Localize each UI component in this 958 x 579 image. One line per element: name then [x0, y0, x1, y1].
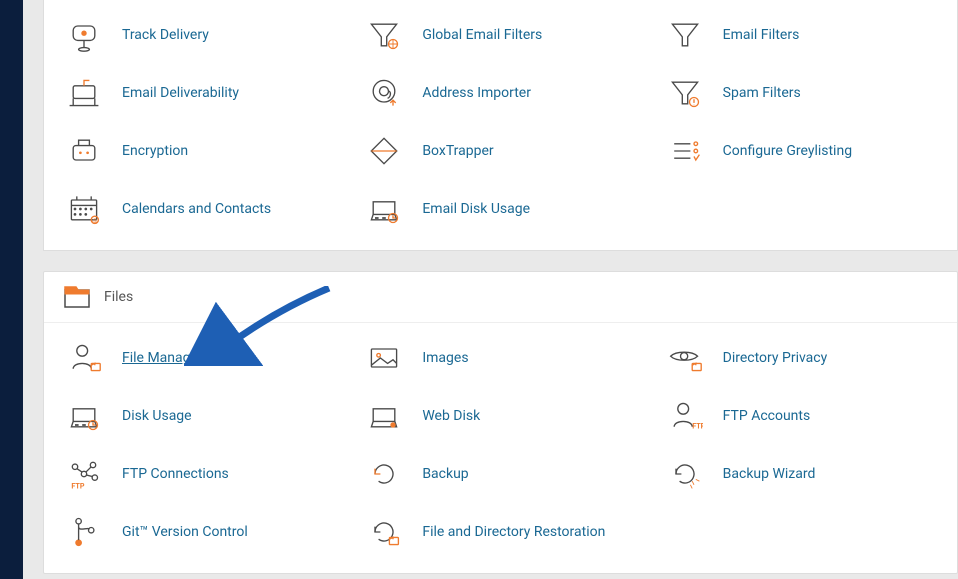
- item-backup[interactable]: Backup: [350, 445, 650, 503]
- item-label: Git™ Version Control: [122, 523, 248, 541]
- item-label: Backup Wizard: [723, 465, 816, 483]
- item-email-deliverability[interactable]: Email Deliverability: [50, 64, 350, 122]
- backup-wizard-icon: [665, 454, 705, 494]
- item-file-directory-restoration[interactable]: File and Directory Restoration: [350, 503, 650, 561]
- boxtrapper-icon: [364, 131, 404, 171]
- email-section: Track Delivery Global Email Filters: [43, 0, 958, 251]
- email-disk-usage-icon: [364, 189, 404, 229]
- item-images[interactable]: Images: [350, 329, 650, 387]
- item-label: Web Disk: [422, 407, 480, 425]
- item-backup-wizard[interactable]: Backup Wizard: [651, 445, 951, 503]
- spam-filters-icon: [665, 73, 705, 113]
- restoration-icon: [364, 512, 404, 552]
- ftp-connections-icon: FTP: [64, 454, 104, 494]
- item-global-email-filters[interactable]: Global Email Filters: [350, 6, 650, 64]
- item-directory-privacy[interactable]: Directory Privacy: [651, 329, 951, 387]
- calendars-contacts-icon: @: [64, 189, 104, 229]
- ftp-accounts-icon: FTP: [665, 396, 705, 436]
- item-label: Backup: [422, 465, 468, 483]
- item-label: FTP Accounts: [723, 407, 811, 425]
- item-configure-greylisting[interactable]: Configure Greylisting: [651, 122, 951, 180]
- item-encryption[interactable]: Encryption: [50, 122, 350, 180]
- encryption-icon: [64, 131, 104, 171]
- item-disk-usage[interactable]: Disk Usage: [50, 387, 350, 445]
- item-email-disk-usage[interactable]: Email Disk Usage: [350, 180, 650, 238]
- item-track-delivery[interactable]: Track Delivery: [50, 6, 350, 64]
- address-importer-icon: [364, 73, 404, 113]
- backup-icon: [364, 454, 404, 494]
- item-label: Spam Filters: [723, 84, 801, 102]
- files-section-body: File Manager Images: [44, 323, 957, 573]
- files-section-header: Files: [44, 272, 957, 323]
- item-label: Email Deliverability: [122, 84, 239, 102]
- item-ftp-connections[interactable]: FTP FTP Connections: [50, 445, 350, 503]
- item-email-filters[interactable]: Email Filters: [651, 6, 951, 64]
- item-label: Global Email Filters: [422, 26, 542, 44]
- item-ftp-accounts[interactable]: FTP FTP Accounts: [651, 387, 951, 445]
- item-label: Encryption: [122, 142, 188, 160]
- images-icon: [364, 338, 404, 378]
- item-web-disk[interactable]: Web Disk: [350, 387, 650, 445]
- email-deliverability-icon: [64, 73, 104, 113]
- configure-greylisting-icon: [665, 131, 705, 171]
- item-label: File Manager: [122, 349, 203, 367]
- item-label: Track Delivery: [122, 26, 209, 44]
- disk-usage-icon: [64, 396, 104, 436]
- item-label: Calendars and Contacts: [122, 200, 271, 218]
- files-section-title: Files: [104, 289, 133, 305]
- item-label: Address Importer: [422, 84, 531, 102]
- item-label: BoxTrapper: [422, 142, 493, 160]
- item-label: Email Filters: [723, 26, 800, 44]
- item-spam-filters[interactable]: Spam Filters: [651, 64, 951, 122]
- item-boxtrapper[interactable]: BoxTrapper: [350, 122, 650, 180]
- email-filters-icon: [665, 15, 705, 55]
- files-header-icon: [64, 286, 90, 308]
- item-label: Configure Greylisting: [723, 142, 852, 160]
- email-section-body: Track Delivery Global Email Filters: [44, 0, 957, 250]
- item-label: Disk Usage: [122, 407, 192, 425]
- item-file-manager[interactable]: File Manager: [50, 329, 350, 387]
- item-calendars-contacts[interactable]: @ Calendars and Contacts: [50, 180, 350, 238]
- directory-privacy-icon: [665, 338, 705, 378]
- item-label: FTP Connections: [122, 465, 229, 483]
- item-label: Images: [422, 349, 468, 367]
- track-delivery-icon: [64, 15, 104, 55]
- file-manager-icon: [64, 338, 104, 378]
- global-email-filters-icon: [364, 15, 404, 55]
- item-address-importer[interactable]: Address Importer: [350, 64, 650, 122]
- item-label: Email Disk Usage: [422, 200, 530, 218]
- item-git-version-control[interactable]: Git™ Version Control: [50, 503, 350, 561]
- web-disk-icon: [364, 396, 404, 436]
- svg-text:@: @: [92, 219, 97, 225]
- svg-text:FTP: FTP: [692, 422, 703, 431]
- item-label: File and Directory Restoration: [422, 523, 605, 541]
- git-icon: [64, 512, 104, 552]
- files-section: Files: [43, 271, 958, 574]
- item-label: Directory Privacy: [723, 349, 828, 367]
- svg-text:FTP: FTP: [71, 481, 84, 490]
